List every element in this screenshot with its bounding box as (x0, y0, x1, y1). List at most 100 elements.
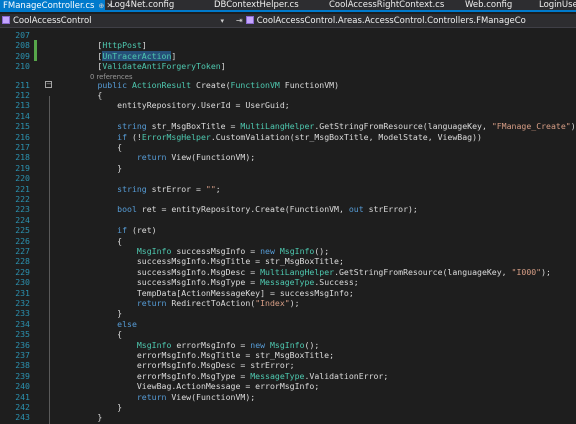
code-line[interactable]: 208 [HttpPost] (0, 40, 576, 51)
code-line[interactable]: 224 (0, 215, 576, 225)
code-token: [ (58, 50, 103, 61)
tab-fmanagecontroller[interactable]: FManageController.cs ⊕ ✕ (0, 0, 113, 10)
code-token: MsgInfo (270, 339, 305, 350)
code-token: ViewBag.ActionMessage = errorMsgInfo; (58, 381, 320, 392)
code-line[interactable]: 234 else (0, 319, 576, 329)
line-number: 208 (15, 40, 30, 51)
code-text: if (!ErrorMsgHelper.CustomValiation(str_… (58, 132, 482, 142)
code-line[interactable]: 226 { (0, 236, 576, 246)
line-number: 225 (15, 225, 30, 236)
line-number: 220 (15, 173, 30, 184)
code-line[interactable]: 223 bool ret = entityRepository.Create(F… (0, 204, 576, 214)
code-token: HttpPost (102, 40, 142, 51)
line-number: 235 (15, 329, 30, 340)
code-token: View(FunctionVM); (166, 391, 256, 402)
code-line[interactable]: 214 (0, 111, 576, 121)
code-token: (! (127, 131, 142, 142)
code-line[interactable]: 207 (0, 30, 576, 40)
code-line[interactable]: 242 } (0, 402, 576, 412)
code-line[interactable]: 240 ViewBag.ActionMessage = errorMsgInfo… (0, 381, 576, 391)
code-line[interactable]: 209 [UnTracerAction] (0, 50, 576, 62)
code-line[interactable]: 210 [ValidateAntiForgeryToken] (0, 61, 576, 71)
code-token: if (117, 131, 128, 142)
code-line[interactable]: 227 MsgInfo successMsgInfo = new MsgInfo… (0, 246, 576, 256)
collapse-icon[interactable]: − (45, 80, 52, 88)
code-line[interactable]: 215 string str_MsgBoxTitle = MultiLangHe… (0, 121, 576, 131)
line-number: 224 (15, 214, 30, 225)
line-number: 231 (15, 287, 30, 298)
code-text: return RedirectToAction("Index"); (58, 298, 300, 308)
code-line[interactable]: 237 errorMsgInfo.MsgTitle = str_MsgBoxTi… (0, 350, 576, 360)
code-token: strError = (146, 183, 206, 194)
tab-log4net-config[interactable]: Log4Net.config (107, 0, 187, 10)
line-number: 232 (15, 298, 30, 308)
chevron-down-icon: ▾ (220, 17, 224, 25)
code-token: else (117, 318, 137, 329)
csharp-project-icon (2, 16, 10, 24)
code-token: MsgInfo (136, 246, 172, 256)
code-token: str_MsgBoxTitle = (146, 121, 241, 132)
code-token: .GetStringFromResource(languageKey, (314, 121, 492, 132)
tab-dbcontexthelper[interactable]: DBContextHelper.cs (211, 0, 311, 10)
pin-icon[interactable]: ⊕ (99, 1, 105, 10)
code-token: return (136, 298, 167, 308)
project-label: CoolAccessControl (13, 16, 92, 26)
code-line[interactable]: 225 if (ret) (0, 225, 576, 235)
code-token: out (348, 204, 364, 215)
line-number: 217 (15, 142, 30, 152)
code-line[interactable]: 211− public ActionResult Create(Function… (0, 80, 576, 90)
code-token: errorMsgInfo.MsgType = (58, 370, 251, 381)
tab-loginuser[interactable]: LoginUser (536, 0, 576, 10)
code-line[interactable]: 235 { (0, 329, 576, 339)
code-token: "FManage_Create" (491, 121, 571, 132)
code-line[interactable]: 243 } (0, 412, 576, 422)
line-number: 210 (15, 61, 30, 72)
code-token: "I000" (511, 266, 542, 277)
code-line[interactable]: 216 if (!ErrorMsgHelper.CustomValiation(… (0, 132, 576, 142)
code-text: if (ret) (58, 225, 156, 235)
code-line[interactable]: 228 successMsgInfo.MsgTitle = str_MsgBox… (0, 256, 576, 266)
code-line[interactable]: 233 } (0, 308, 576, 318)
code-line[interactable]: 232 return RedirectToAction("Index"); (0, 298, 576, 308)
line-number: 211 (15, 79, 30, 90)
code-editor[interactable]: 207 208 [HttpPost] 209 [UnTracerAction] 210… (0, 29, 576, 424)
code-line[interactable]: 218 return View(FunctionVM); (0, 152, 576, 162)
code-line[interactable]: 238 errorMsgInfo.MsgDesc = strError; (0, 360, 576, 370)
code-line[interactable]: 241 return View(FunctionVM); (0, 392, 576, 402)
code-line[interactable]: 239 errorMsgInfo.MsgType = MessageType.V… (0, 371, 576, 381)
type-label: CoolAccessControl.Areas.AccessControl.Co… (256, 16, 526, 26)
code-line[interactable]: 212 { (0, 90, 576, 100)
code-token: ValidateAntiForgeryToken (102, 61, 221, 72)
code-text: ViewBag.ActionMessage = errorMsgInfo; (58, 381, 319, 391)
line-number: 214 (15, 110, 30, 121)
tab-web-config[interactable]: Web.config (462, 0, 522, 10)
code-line[interactable]: 236 MsgInfo errorMsgInfo = new MsgInfo()… (0, 340, 576, 350)
code-line[interactable]: 222 (0, 194, 576, 204)
code-line[interactable]: 217 { (0, 142, 576, 152)
code-text: errorMsgInfo.MsgTitle = str_MsgBoxTitle; (58, 350, 334, 360)
type-dropdown[interactable]: ⇥ CoolAccessControl.Areas.AccessControl.C… (236, 15, 526, 27)
code-token: string (117, 183, 147, 194)
code-line[interactable]: 219 } (0, 163, 576, 173)
line-number: 240 (15, 381, 30, 392)
line-number: 218 (15, 152, 30, 163)
code-line[interactable]: 220 (0, 173, 576, 183)
code-line[interactable]: 230 successMsgInfo.MsgType = MessageType… (0, 277, 576, 287)
tab-coolaccessrightcontext[interactable]: CoolAccessRightContext.cs (326, 0, 451, 10)
code-line[interactable]: 231 TempData[ActionMessageKey] = success… (0, 288, 576, 298)
code-token: entityRepository.UserId = UserGuid; (58, 100, 290, 111)
code-token: public (97, 79, 128, 90)
code-token: Create( (191, 79, 231, 90)
code-text: return View(FunctionVM); (58, 392, 255, 402)
code-line[interactable]: 213 entityRepository.UserId = UserGuid; (0, 100, 576, 110)
line-number: 222 (15, 194, 30, 204)
code-token: ret = entityRepository.Create(FunctionVM… (136, 204, 349, 215)
project-dropdown[interactable]: CoolAccessControl ▾ (2, 15, 224, 27)
code-line[interactable]: 221 string strError = ""; (0, 184, 576, 194)
code-token: ); (289, 298, 300, 308)
code-line[interactable]: 229 successMsgInfo.MsgDesc = MultiLangHe… (0, 267, 576, 277)
code-token: .CustomValiation(str_MsgBoxTitle, ModelS… (210, 131, 482, 142)
